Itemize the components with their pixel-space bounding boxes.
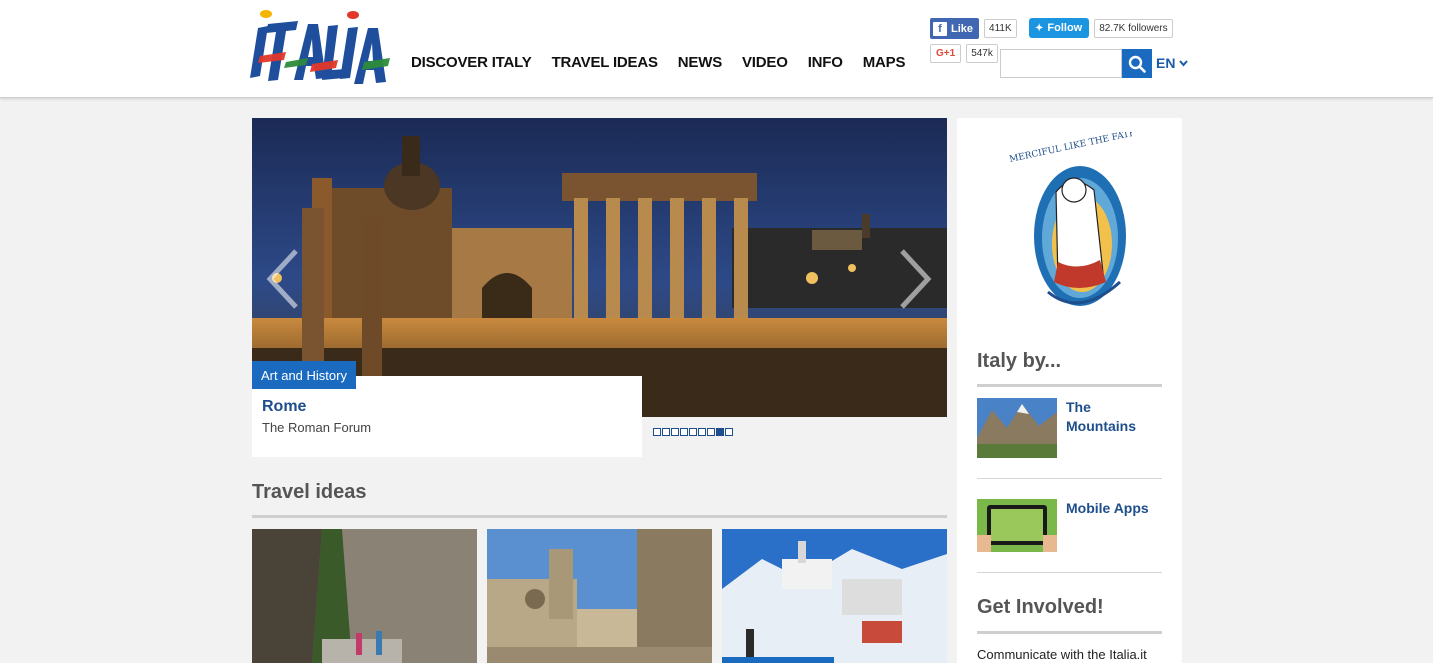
slider-prev-arrow[interactable]	[264, 248, 300, 310]
gplus-count: 547k	[966, 44, 998, 63]
search-input[interactable]	[1000, 49, 1122, 78]
gorge-photo	[252, 529, 477, 663]
snowy-village-photo	[722, 529, 947, 663]
list-divider	[977, 478, 1162, 479]
mountains-photo	[977, 398, 1057, 458]
get-involved-text: Communicate with the Italia.it	[977, 647, 1147, 662]
nav-info[interactable]: INFO	[808, 54, 843, 71]
italia-logo[interactable]	[246, 6, 391, 90]
slider-next-arrow[interactable]	[898, 248, 934, 310]
section-divider	[252, 515, 947, 518]
slider-pagination	[653, 428, 733, 436]
slide-subtitle: The Roman Forum	[262, 420, 372, 435]
italy-by-mountains-link[interactable]: The Mountains	[1066, 398, 1156, 436]
travel-ideas-heading: Travel ideas	[252, 481, 367, 503]
twitter-follow-label: Follow	[1047, 22, 1083, 34]
travel-idea-card[interactable]	[252, 529, 477, 663]
facebook-icon: f	[933, 21, 947, 36]
slider-dot[interactable]	[662, 428, 670, 436]
get-involved-heading: Get Involved!	[977, 596, 1104, 618]
nav-maps[interactable]: MAPS	[863, 54, 906, 71]
section-divider	[977, 384, 1162, 387]
gplus-widget: G+1 547k	[930, 44, 998, 63]
jubilee-logo[interactable]: MERCIFUL LIKE THE FATHER	[1008, 132, 1132, 324]
nav-discover-italy[interactable]: DISCOVER ITALY	[411, 54, 532, 71]
slide-title[interactable]: Rome	[262, 398, 632, 416]
slider-dot[interactable]	[653, 428, 661, 436]
slider-dot[interactable]	[716, 428, 724, 436]
facebook-like-button[interactable]: f Like	[930, 18, 980, 39]
tablet-photo	[977, 499, 1057, 552]
mobile-apps-thumbnail[interactable]	[977, 499, 1057, 552]
facebook-like-count: 411K	[984, 19, 1017, 38]
section-divider	[977, 631, 1162, 634]
roman-forum-photo	[252, 118, 947, 417]
slider-dot[interactable]	[680, 428, 688, 436]
search-button[interactable]	[1122, 49, 1152, 78]
mountains-thumbnail[interactable]	[977, 398, 1057, 458]
cathedral-square-photo	[487, 529, 712, 663]
gplus-button[interactable]: G+1	[930, 44, 962, 63]
twitter-follow-widget: ✦ Follow 82.7K followers	[1029, 18, 1173, 38]
hero-slider[interactable]	[252, 118, 947, 417]
travel-idea-card[interactable]	[722, 529, 947, 663]
chevron-down-icon	[1179, 60, 1189, 67]
main-nav: DISCOVER ITALY TRAVEL IDEAS NEWS VIDEO I…	[411, 54, 925, 71]
twitter-follower-count: 82.7K followers	[1094, 18, 1173, 38]
italy-by-heading: Italy by...	[977, 350, 1062, 372]
twitter-bird-icon: ✦	[1035, 22, 1044, 34]
italy-by-mobile-apps-link[interactable]: Mobile Apps	[1066, 499, 1156, 518]
slider-dot[interactable]	[707, 428, 715, 436]
slide-category-badge[interactable]: Art and History	[252, 361, 356, 389]
language-label: EN	[1156, 55, 1176, 71]
jubilee-motto: MERCIFUL LIKE THE FATHER	[1009, 132, 1132, 165]
nav-travel-ideas[interactable]: TRAVEL IDEAS	[552, 54, 658, 71]
slider-dot[interactable]	[689, 428, 697, 436]
slider-dot[interactable]	[725, 428, 733, 436]
nav-news[interactable]: NEWS	[678, 54, 722, 71]
slider-dot[interactable]	[698, 428, 706, 436]
language-selector[interactable]: EN	[1156, 55, 1189, 71]
travel-idea-card[interactable]	[487, 529, 712, 663]
list-divider	[977, 572, 1162, 573]
search-icon	[1128, 55, 1146, 73]
nav-video[interactable]: VIDEO	[742, 54, 788, 71]
facebook-like-label: Like	[951, 22, 974, 35]
facebook-like-widget: f Like 411K	[930, 18, 1017, 39]
site-header: DISCOVER ITALY TRAVEL IDEAS NEWS VIDEO I…	[0, 0, 1433, 98]
twitter-follow-button[interactable]: ✦ Follow	[1029, 18, 1090, 38]
slider-dot[interactable]	[671, 428, 679, 436]
